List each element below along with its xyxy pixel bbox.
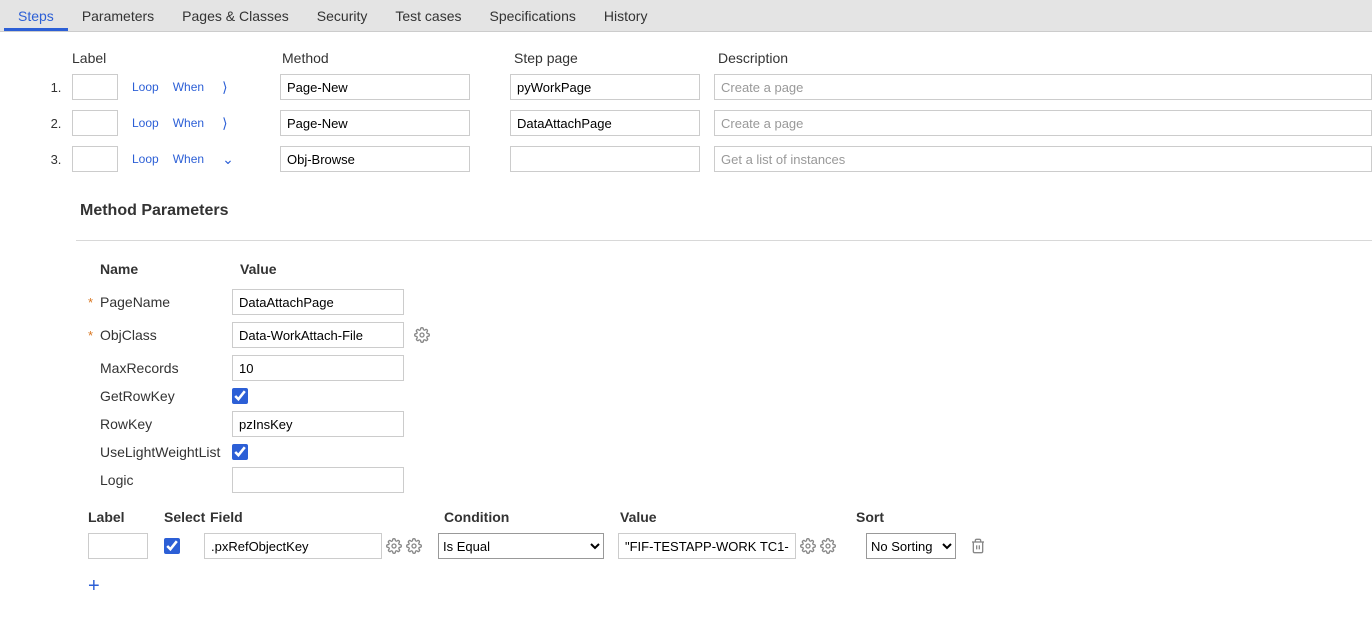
step-description-input[interactable] <box>714 110 1372 136</box>
tab-security[interactable]: Security <box>303 0 382 31</box>
filter-header-value: Value <box>620 509 856 525</box>
param-value-input[interactable] <box>232 411 404 437</box>
param-name-label: MaxRecords <box>100 360 232 376</box>
filter-condition-select[interactable]: Is Equal <box>438 533 604 559</box>
trash-icon[interactable] <box>970 538 986 554</box>
param-value-input[interactable] <box>232 355 404 381</box>
param-row-pagename: * PageName <box>76 289 1372 315</box>
param-value-input[interactable] <box>232 467 404 493</box>
loop-link[interactable]: Loop <box>132 116 159 130</box>
step-number: 3. <box>40 152 72 167</box>
param-row-maxrecords: MaxRecords <box>76 355 1372 381</box>
params-table: Name Value * PageName * ObjClass MaxReco… <box>76 261 1372 493</box>
gear-icon[interactable] <box>800 538 816 554</box>
filter-header-label: Label <box>88 509 164 525</box>
params-header: Name Value <box>76 261 1372 277</box>
param-name-label: RowKey <box>100 416 232 432</box>
method-parameters-header: Method Parameters <box>80 202 1372 224</box>
filter-value-input[interactable] <box>618 533 796 559</box>
chevron-right-icon[interactable]: ⟩ <box>222 115 227 132</box>
step-page-input[interactable] <box>510 110 700 136</box>
step-row-2: 2. Loop When ⟩ <box>40 110 1372 136</box>
step-method-input[interactable] <box>280 74 470 100</box>
param-value-input[interactable] <box>232 289 404 315</box>
when-link[interactable]: When <box>173 116 204 130</box>
filter-label-input[interactable] <box>88 533 148 559</box>
filter-header-field: Field <box>210 509 444 525</box>
filter-sort-select[interactable]: No Sorting <box>866 533 956 559</box>
param-name-label: ObjClass <box>100 327 232 343</box>
filter-header: Label Select Field Condition Value Sort <box>76 509 1372 525</box>
step-label-input[interactable] <box>72 110 118 136</box>
step-label-input[interactable] <box>72 146 118 172</box>
header-description: Description <box>718 50 1372 66</box>
param-row-rowkey: RowKey <box>76 411 1372 437</box>
param-header-value: Value <box>240 261 440 277</box>
header-step-page: Step page <box>514 50 704 66</box>
header-method: Method <box>282 50 474 66</box>
content-area: Label Method Step page Description 1. Lo… <box>0 32 1372 616</box>
step-description-input[interactable] <box>714 146 1372 172</box>
chevron-down-icon[interactable]: ⌄ <box>222 151 234 168</box>
step-row-1: 1. Loop When ⟩ <box>40 74 1372 100</box>
steps-table: Label Method Step page Description 1. Lo… <box>40 50 1372 172</box>
filter-header-select: Select <box>164 509 210 525</box>
step-label-input[interactable] <box>72 74 118 100</box>
param-header-name: Name <box>100 261 240 277</box>
param-name-label: UseLightWeightList <box>100 444 232 460</box>
param-row-uselightweightlist: UseLightWeightList <box>76 444 1372 460</box>
tab-bar: Steps Parameters Pages & Classes Securit… <box>0 0 1372 32</box>
param-name-label: GetRowKey <box>100 388 232 404</box>
required-star-icon: * <box>88 295 98 310</box>
steps-header: Label Method Step page Description <box>40 50 1372 66</box>
step-page-input[interactable] <box>510 146 700 172</box>
tab-steps[interactable]: Steps <box>4 0 68 31</box>
add-row-icon[interactable]: + <box>88 575 1372 598</box>
step-number: 1. <box>40 80 72 95</box>
filter-select-checkbox[interactable] <box>164 538 180 554</box>
gear-icon[interactable] <box>820 538 836 554</box>
tab-parameters[interactable]: Parameters <box>68 0 168 31</box>
loop-link[interactable]: Loop <box>132 152 159 166</box>
tab-test-cases[interactable]: Test cases <box>381 0 475 31</box>
tab-history[interactable]: History <box>590 0 662 31</box>
tab-specifications[interactable]: Specifications <box>476 0 590 31</box>
gear-icon[interactable] <box>414 327 430 343</box>
tab-pages-classes[interactable]: Pages & Classes <box>168 0 303 31</box>
param-name-label: Logic <box>100 472 232 488</box>
filter-row: Is Equal No Sorting <box>76 533 1372 559</box>
step-method-input[interactable] <box>280 110 470 136</box>
param-value-input[interactable] <box>232 322 404 348</box>
step-row-3: 3. Loop When ⌄ <box>40 146 1372 172</box>
filter-field-input[interactable] <box>204 533 382 559</box>
step-number: 2. <box>40 116 72 131</box>
header-label: Label <box>72 50 134 66</box>
step-method-input[interactable] <box>280 146 470 172</box>
param-checkbox[interactable] <box>232 388 248 404</box>
step-description-input[interactable] <box>714 74 1372 100</box>
loop-link[interactable]: Loop <box>132 80 159 94</box>
filter-header-sort: Sort <box>856 509 956 525</box>
filter-header-condition: Condition <box>444 509 620 525</box>
step-page-input[interactable] <box>510 74 700 100</box>
param-row-logic: Logic <box>76 467 1372 493</box>
gear-icon[interactable] <box>386 538 402 554</box>
param-row-objclass: * ObjClass <box>76 322 1372 348</box>
required-star-icon: * <box>88 328 98 343</box>
param-row-getrowkey: GetRowKey <box>76 388 1372 404</box>
chevron-right-icon[interactable]: ⟩ <box>222 79 227 96</box>
param-name-label: PageName <box>100 294 232 310</box>
when-link[interactable]: When <box>173 152 204 166</box>
param-checkbox[interactable] <box>232 444 248 460</box>
when-link[interactable]: When <box>173 80 204 94</box>
gear-icon[interactable] <box>406 538 422 554</box>
